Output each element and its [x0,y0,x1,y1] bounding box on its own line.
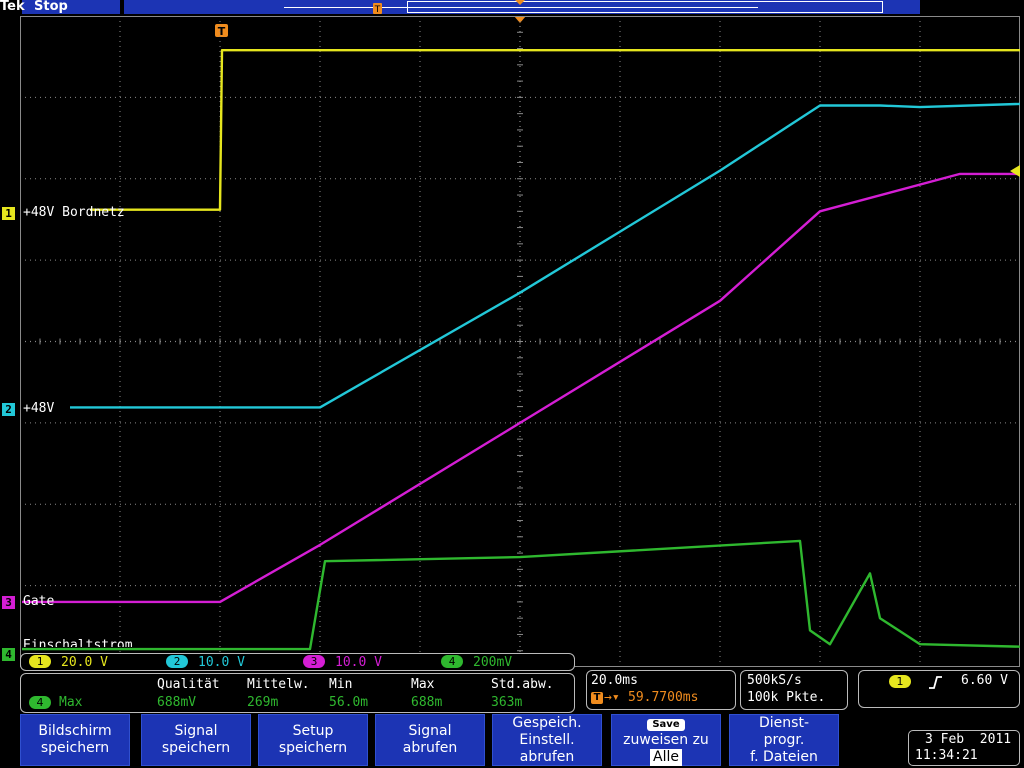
record-length: 100k Pkte. [747,690,826,705]
trace-ch3 [22,172,1020,604]
meas-value-mean: 269m [247,695,279,710]
time: 11:34:21 [915,748,978,763]
ch4-ground-marker[interactable]: 4 [2,648,15,661]
meas-value-quality: 688mV [157,695,197,710]
trigger-readout[interactable]: 1 6.60 V [858,670,1020,708]
save-setup-button[interactable]: Setup speichern [258,714,368,766]
graticule-grid [20,16,1020,667]
meas-header-min: Min [329,677,353,692]
ch1-scale-value: 20.0 V [61,655,108,670]
record-trigger-marker-icon: T [373,3,382,15]
meas-header-stddev: Std.abw. [491,677,554,692]
top-status-bar: Tek Stop T [0,0,1024,16]
meas-channel-badge: 4 [29,696,51,709]
ch2-scale[interactable]: 2 10.0 V [166,655,245,670]
recall-waveform-button[interactable]: Signal abrufen [375,714,485,766]
trace-ch1 [90,49,1020,211]
brand-label: Tek [0,0,25,14]
trigger-position-icon: T [591,692,603,704]
meas-value-max: 688m [411,695,443,710]
meas-value-stddev: 363m [491,695,523,710]
measurement-statistics[interactable]: 4 Max Qualität Mittelw. Min Max Std.abw.… [20,673,575,713]
file-utilities-button[interactable]: Dienst-progr. f. Dateien [729,714,839,766]
ch1-scale[interactable]: 1 20.0 V [29,655,108,670]
recall-setup-button[interactable]: Gespeich. Einstell. abrufen [492,714,602,766]
timebase-readout[interactable]: 20.0ms T →▾ 59.7700ms [586,670,736,710]
horizontal-scale: 20.0ms [591,673,638,688]
trigger-level-marker-icon[interactable] [1008,164,1024,178]
ch3-ground-marker[interactable]: 3 [2,596,15,609]
meas-value-min: 56.0m [329,695,369,710]
ch3-scale[interactable]: 3 10.0 V [303,655,382,670]
meas-header-max: Max [411,677,435,692]
ch3-scale-value: 10.0 V [335,655,382,670]
waveform-traces [22,49,1020,651]
ch2-scale-value: 10.0 V [198,655,245,670]
assign-all-option[interactable]: Alle [650,748,682,766]
record-view-line [284,7,758,8]
ch3-label: Gate [23,594,55,609]
save-screen-button[interactable]: Bildschirm speichern [20,714,130,766]
ch1-ground-marker[interactable]: 1 [2,207,15,220]
date: 3 Feb 2011 [925,732,1012,747]
record-center-marker-icon [515,0,525,5]
meas-header-mean: Mittelw. [247,677,310,692]
sample-rate: 500kS/s [747,673,802,688]
date-time-display: 3 Feb 2011 11:34:21 [908,730,1020,766]
trigger-delay-arrow-icon: →▾ [604,690,620,705]
ch4-badge: 4 [441,655,463,668]
ch2-badge: 2 [166,655,188,668]
acquisition-state: Stop [34,0,68,14]
svg-text:T: T [374,5,381,15]
ch1-badge: 1 [29,655,51,668]
trigger-source-badge: 1 [889,675,911,688]
waveform-graticule[interactable] [20,16,1020,667]
ch4-scale[interactable]: 4 200mV [441,655,512,670]
trigger-position: 59.7700ms [628,690,699,705]
meas-header-quality: Qualität [157,677,220,692]
trace-ch4 [22,539,1020,651]
acquisition-readout[interactable]: 500kS/s 100k Pkte. [740,670,848,710]
save-badge: Save [647,718,685,731]
trace-ch2 [70,102,1020,409]
save-waveform-button[interactable]: Signal speichern [141,714,251,766]
ch2-label: +48V [23,401,55,416]
assign-save-button[interactable]: Save zuweisen zu Alle [611,714,721,766]
ch2-ground-marker[interactable]: 2 [2,403,15,416]
ch4-label: Einschaltstrom [23,638,133,647]
rising-edge-icon [929,676,942,689]
ch3-badge: 3 [303,655,325,668]
trigger-level: 6.60 V [961,673,1008,688]
ch4-scale-value: 200mV [473,655,513,670]
meas-name: Max [59,695,83,710]
ch1-label: +48V Bordnetz [23,205,125,220]
channel-scale-row: 1 20.0 V 2 10.0 V 3 10.0 V 4 200mV [20,653,575,671]
